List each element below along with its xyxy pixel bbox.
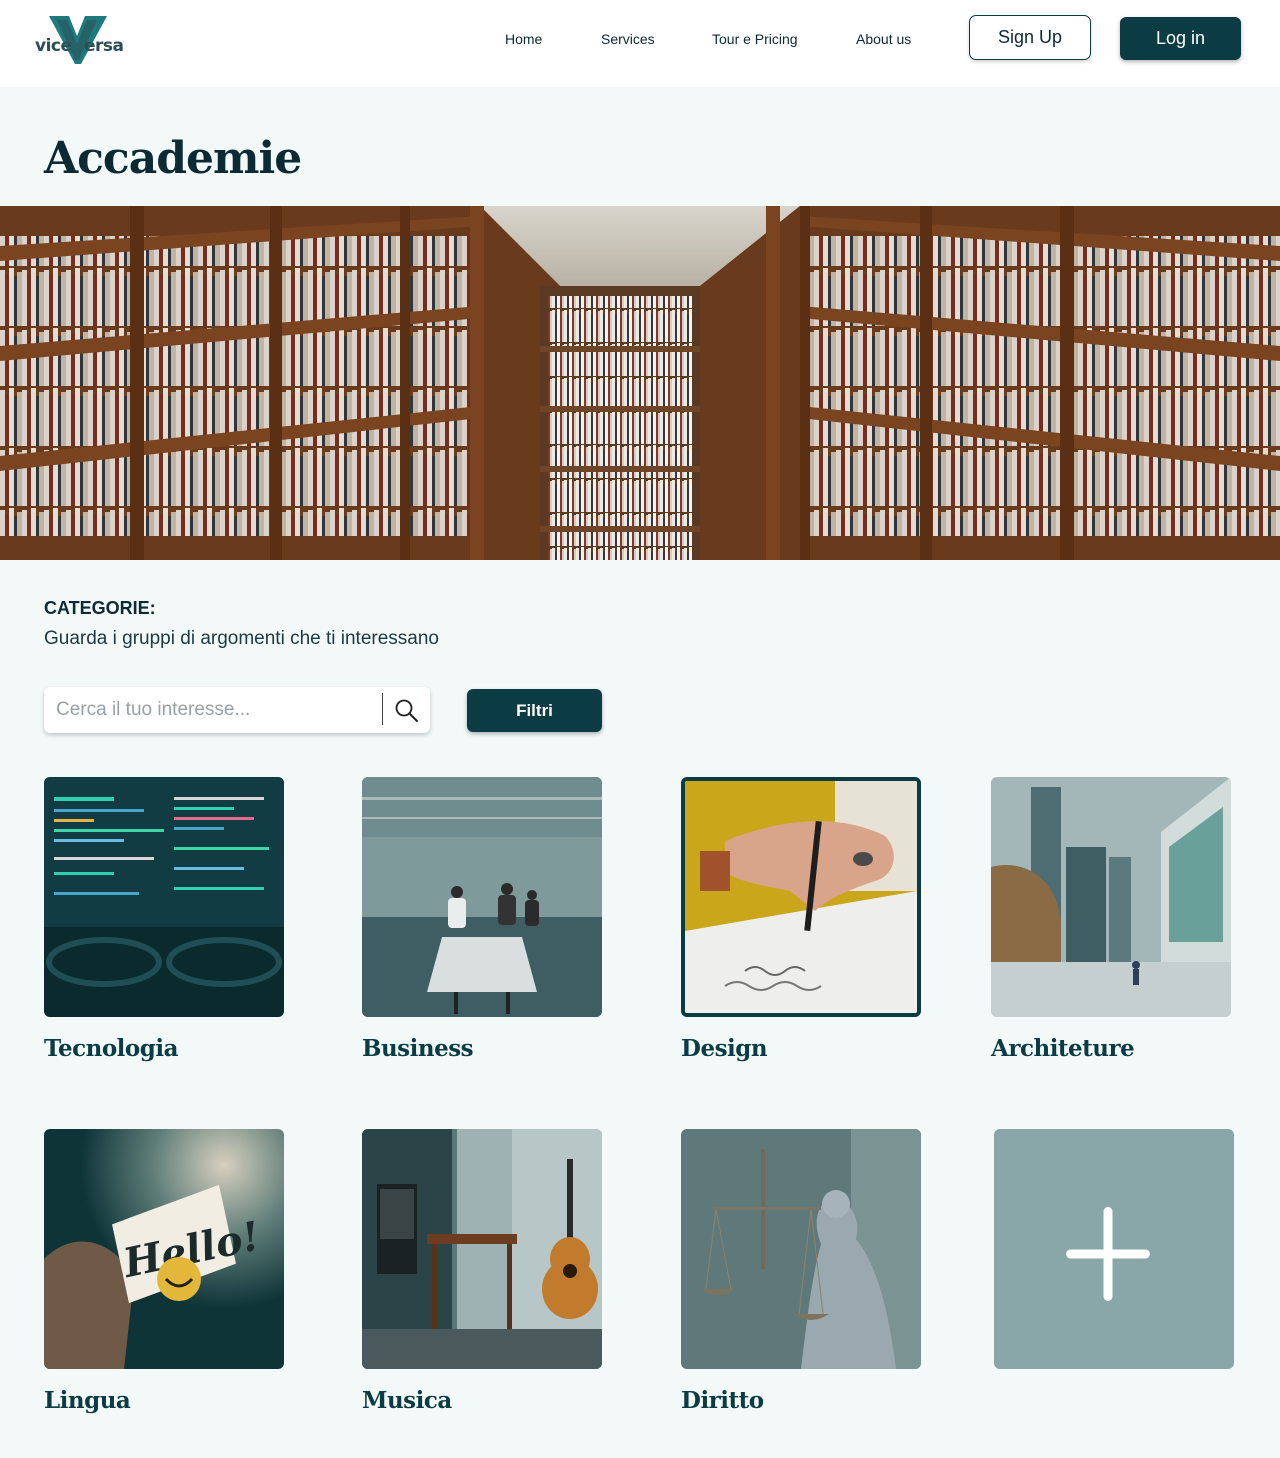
- hero-image: [0, 206, 1280, 560]
- filter-button[interactable]: Filtri: [467, 689, 602, 732]
- category-card-architeture[interactable]: Architeture: [991, 777, 1231, 1062]
- architeture-image: [991, 777, 1231, 1017]
- site-header: vice ersa Home Services Tour e Pricing A…: [0, 0, 1280, 87]
- categories-heading: CATEGORIE:: [44, 598, 156, 618]
- categories-subtitle: Guarda i gruppi di argomenti che ti inte…: [44, 628, 440, 649]
- category-label: Musica: [362, 1387, 452, 1414]
- search-input[interactable]: [56, 696, 376, 724]
- category-label: Design: [681, 1035, 768, 1062]
- business-image: [362, 777, 602, 1017]
- nav-about-us[interactable]: About us: [856, 31, 911, 47]
- category-card-business[interactable]: Business: [362, 777, 602, 1062]
- nav-tour-pricing[interactable]: Tour e Pricing: [712, 31, 798, 47]
- nav-home[interactable]: Home: [505, 31, 542, 47]
- design-image: [681, 777, 921, 1017]
- signup-button[interactable]: Sign Up: [969, 15, 1091, 60]
- plus-icon: [1066, 1207, 1150, 1301]
- category-card-lingua[interactable]: Hello! Lingua: [44, 1129, 284, 1414]
- category-label: Diritto: [681, 1387, 764, 1414]
- lingua-image: Hello!: [44, 1129, 284, 1369]
- category-card-design[interactable]: Design: [681, 777, 921, 1062]
- category-label: Tecnologia: [44, 1035, 178, 1062]
- search-icon[interactable]: [394, 698, 420, 724]
- category-card-tecnologia[interactable]: Tecnologia: [44, 777, 284, 1062]
- tecnologia-image: [44, 777, 284, 1017]
- category-label: Architeture: [991, 1035, 1135, 1062]
- musica-image: [362, 1129, 602, 1369]
- logo-text-left: vice: [35, 36, 72, 56]
- search-divider: [382, 693, 383, 725]
- add-category-button[interactable]: [994, 1129, 1234, 1369]
- logo-text-right: ersa: [84, 36, 124, 56]
- category-label: Lingua: [44, 1387, 131, 1414]
- brand-logo[interactable]: vice ersa: [35, 14, 124, 66]
- category-label: Business: [362, 1035, 474, 1062]
- page-title: Accademie: [44, 133, 302, 184]
- category-card-musica[interactable]: Musica: [362, 1129, 602, 1414]
- category-card-diritto[interactable]: Diritto: [681, 1129, 921, 1414]
- search-box: [44, 687, 430, 733]
- nav-services[interactable]: Services: [601, 31, 655, 47]
- diritto-image: [681, 1129, 921, 1369]
- login-button[interactable]: Log in: [1120, 17, 1241, 60]
